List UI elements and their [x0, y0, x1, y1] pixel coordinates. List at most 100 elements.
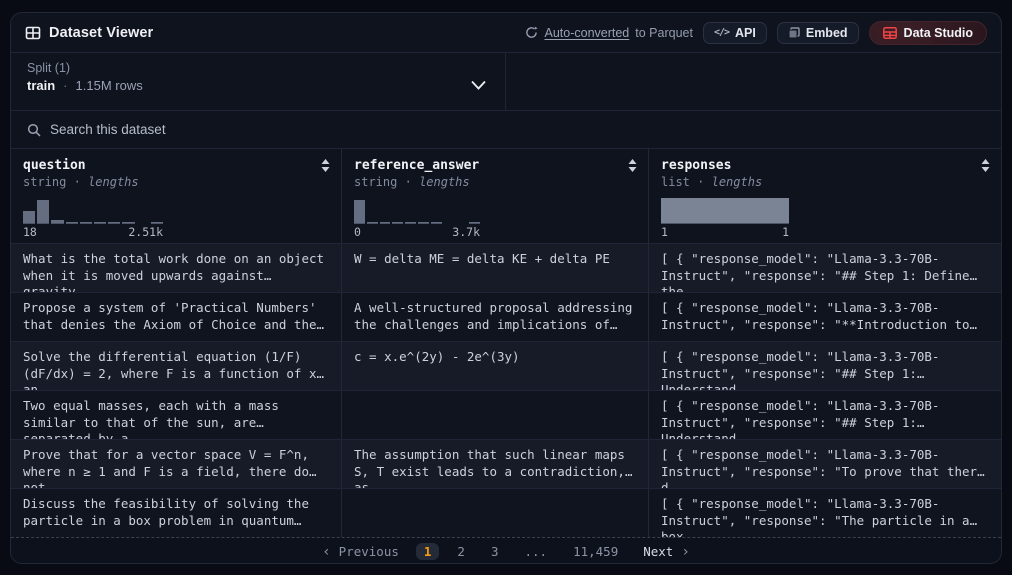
- histogram-bucket: [151, 198, 163, 224]
- table-cell[interactable]: [342, 391, 649, 439]
- histogram-bucket: [66, 198, 78, 224]
- histogram-bar: [51, 220, 63, 223]
- histogram-bar: [151, 222, 163, 223]
- histogram-bar: [661, 198, 789, 223]
- auto-converted-note: Auto-converted to Parquet: [525, 26, 692, 40]
- search-input[interactable]: [50, 122, 985, 137]
- histogram-min: 18: [23, 225, 37, 239]
- auto-converted-link[interactable]: Auto-converted: [544, 26, 629, 40]
- page-button-2[interactable]: 2: [449, 543, 473, 560]
- column-header-reference-answer[interactable]: reference_answer string · lengths 0 3.7k: [342, 149, 649, 243]
- next-page-button[interactable]: Next ›: [643, 544, 690, 560]
- table-row[interactable]: Solve the differential equation (1/F) (d…: [11, 341, 1001, 390]
- histogram-bar: [431, 222, 442, 223]
- page-list: 123... 11,459: [416, 543, 626, 560]
- table-grid-icon: [25, 25, 41, 41]
- topbar: Dataset Viewer Auto-converted to Parquet…: [11, 13, 1001, 53]
- histogram-bucket: [122, 198, 134, 224]
- histogram-bucket: [80, 198, 92, 224]
- pagination: ‹ Previous 123... 11,459 Next ›: [11, 537, 1001, 564]
- table-row[interactable]: What is the total work done on an object…: [11, 243, 1001, 292]
- search-icon: [27, 123, 41, 137]
- histogram-max: 2.51k: [128, 225, 163, 239]
- histogram-bucket: [94, 198, 106, 224]
- table-cell[interactable]: W = delta ME = delta KE + delta PE: [342, 244, 649, 292]
- data-studio-button[interactable]: Data Studio: [869, 21, 987, 45]
- chevron-right-icon: ›: [681, 544, 689, 560]
- page-ellipsis: ...: [516, 543, 555, 560]
- histogram-bar: [418, 222, 429, 223]
- histogram-bar: [405, 222, 416, 223]
- table-cell[interactable]: [ { "response_model": "Llama-3.3-70B-Ins…: [649, 342, 1001, 390]
- split-row-spacer: [506, 53, 1001, 110]
- table-body: What is the total work done on an object…: [11, 243, 1001, 537]
- dataset-viewer-card: Dataset Viewer Auto-converted to Parquet…: [10, 12, 1002, 564]
- sort-icon[interactable]: [320, 158, 331, 173]
- table-cell[interactable]: [ { "response_model": "Llama-3.3-70B-Ins…: [649, 391, 1001, 439]
- histogram-bucket: [405, 198, 416, 224]
- table-cell[interactable]: [342, 489, 649, 537]
- table-cell[interactable]: [ { "response_model": "Llama-3.3-70B-Ins…: [649, 244, 1001, 292]
- histogram-min: 1: [661, 225, 668, 239]
- histogram-bar: [392, 222, 403, 223]
- chevron-left-icon: ‹: [322, 544, 330, 560]
- histogram-bucket: [380, 198, 391, 224]
- histogram-bar: [367, 222, 378, 223]
- table-cell[interactable]: The assumption that such linear maps S, …: [342, 440, 649, 488]
- histogram-max: 1: [782, 225, 789, 239]
- histogram-responses: [661, 198, 789, 224]
- table-cell[interactable]: A well-structured proposal addressing th…: [342, 293, 649, 341]
- histogram-min: 0: [354, 225, 361, 239]
- previous-page-button[interactable]: ‹ Previous: [322, 544, 399, 560]
- api-button[interactable]: </> API: [703, 22, 767, 44]
- histogram-max: 3.7k: [452, 225, 480, 239]
- table-header: question string · lengths 18 2.51k refer…: [11, 149, 1001, 243]
- table-row[interactable]: Prove that for a vector space V = F^n, w…: [11, 439, 1001, 488]
- split-row: Split (1) train · 1.15M rows: [11, 53, 1001, 111]
- table-cell[interactable]: [ { "response_model": "Llama-3.3-70B-Ins…: [649, 489, 1001, 537]
- histogram-bar: [80, 222, 92, 223]
- page-title: Dataset Viewer: [49, 25, 153, 41]
- page-button-11,459[interactable]: 11,459: [565, 543, 626, 560]
- histogram-bar: [94, 222, 106, 223]
- table-cell[interactable]: Prove that for a vector space V = F^n, w…: [11, 440, 342, 488]
- table-row[interactable]: Discuss the feasibility of solving the p…: [11, 488, 1001, 537]
- search-bar: [11, 111, 1001, 149]
- table-cell[interactable]: Two equal masses, each with a mass simil…: [11, 391, 342, 439]
- column-header-question[interactable]: question string · lengths 18 2.51k: [11, 149, 342, 243]
- histogram-bucket: [37, 198, 49, 224]
- table-cell[interactable]: c = x.e^(2y) - 2e^(3y): [342, 342, 649, 390]
- table-cell[interactable]: [ { "response_model": "Llama-3.3-70B-Ins…: [649, 293, 1001, 341]
- histogram-bucket: [108, 198, 120, 224]
- split-name: train: [27, 78, 55, 93]
- table-row[interactable]: Propose a system of 'Practical Numbers' …: [11, 292, 1001, 341]
- histogram-bar: [108, 222, 120, 223]
- histogram-bar: [66, 222, 78, 223]
- table-cell[interactable]: [ { "response_model": "Llama-3.3-70B-Ins…: [649, 440, 1001, 488]
- histogram-bucket: [137, 198, 149, 224]
- sort-icon[interactable]: [980, 158, 991, 173]
- split-selector[interactable]: Split (1) train · 1.15M rows: [11, 53, 506, 110]
- embed-button[interactable]: Embed: [777, 22, 859, 44]
- table-row[interactable]: Two equal masses, each with a mass simil…: [11, 390, 1001, 439]
- histogram-bucket: [367, 198, 378, 224]
- sort-icon[interactable]: [627, 158, 638, 173]
- histogram-bucket: [51, 198, 63, 224]
- page-button-3[interactable]: 3: [483, 543, 507, 560]
- embed-icon: [788, 27, 800, 39]
- table-cell[interactable]: Propose a system of 'Practical Numbers' …: [11, 293, 342, 341]
- table-cell[interactable]: What is the total work done on an object…: [11, 244, 342, 292]
- table-cell[interactable]: Discuss the feasibility of solving the p…: [11, 489, 342, 537]
- histogram-bucket: [23, 198, 35, 224]
- column-header-responses[interactable]: responses list · lengths 1 1: [649, 149, 1001, 243]
- page-button-1[interactable]: 1: [416, 543, 440, 560]
- split-row-count: 1.15M rows: [76, 78, 143, 93]
- code-icon: </>: [714, 27, 729, 38]
- histogram-bucket: [444, 198, 455, 224]
- table-cell[interactable]: Solve the differential equation (1/F) (d…: [11, 342, 342, 390]
- split-label: Split (1): [27, 61, 489, 75]
- histogram-bar: [354, 200, 365, 223]
- histogram-bar: [469, 222, 480, 223]
- histogram-bucket: [431, 198, 442, 224]
- data-studio-icon: [883, 27, 897, 39]
